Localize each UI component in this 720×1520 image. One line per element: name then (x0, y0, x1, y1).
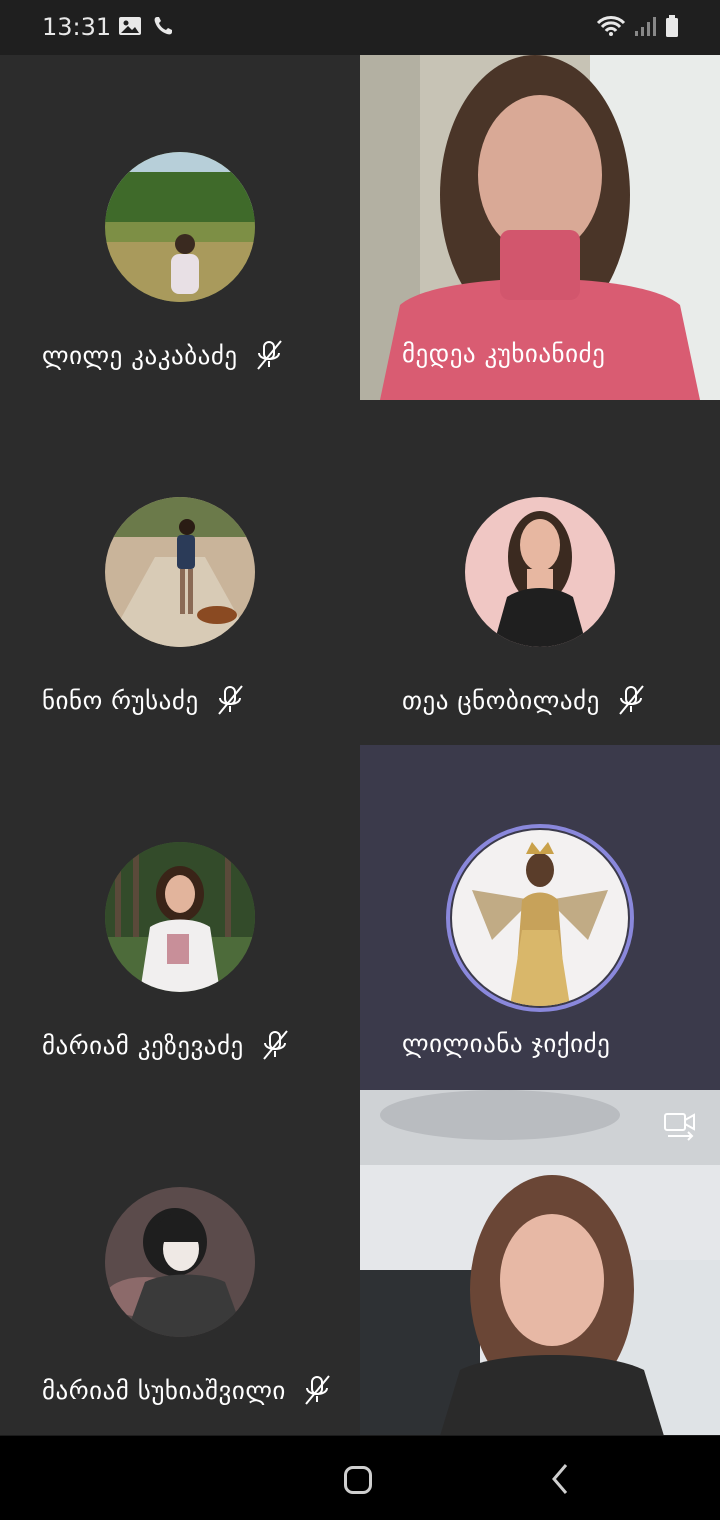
status-time: 13:31 (42, 13, 112, 41)
avatar (105, 1187, 255, 1337)
mic-off-icon (262, 1030, 288, 1060)
participant-tile[interactable]: ლილე კაკაბაძე (0, 55, 360, 400)
avatar (105, 497, 255, 647)
system-nav-bar (0, 1436, 720, 1520)
status-bar: 13:31 (0, 0, 720, 55)
mic-off-icon (256, 340, 282, 370)
back-icon[interactable] (548, 1462, 572, 1496)
participant-tile[interactable]: მარიამ სუხიაშვილი (0, 1090, 360, 1435)
self-video-tile[interactable] (360, 1090, 720, 1435)
mic-off-icon (619, 685, 644, 715)
participant-name: ნინო რუსაძე (42, 685, 199, 715)
participant-tile[interactable]: თეა ცნობილაძე (360, 400, 720, 745)
participant-name: მარიამ კეზევაძე (42, 1030, 244, 1060)
avatar (105, 152, 255, 302)
participant-tile[interactable]: მარიამ კეზევაძე (0, 745, 360, 1090)
mic-off-icon (305, 1375, 330, 1405)
participant-grid: ლილე კაკაბაძე მედეა კუხიანიძე ნინო რუსაძ… (0, 55, 720, 1436)
battery-icon (666, 15, 678, 37)
participant-video-tile[interactable]: მედეა კუხიანიძე (360, 55, 720, 400)
avatar (105, 842, 255, 992)
avatar (452, 830, 628, 1006)
participant-name: მარიამ სუხიაშვილი (42, 1375, 286, 1405)
participant-name: მედეა კუხიანიძე (402, 339, 606, 368)
participant-name: თეა ცნობილაძე (402, 685, 600, 715)
home-icon[interactable] (344, 1466, 372, 1494)
mic-off-icon (217, 685, 243, 715)
participant-tile[interactable]: ნინო რუსაძე (0, 400, 360, 745)
wifi-icon (596, 16, 626, 36)
participant-name: ლილე კაკაბაძე (42, 340, 238, 370)
participant-tile-speaking[interactable]: ლილიანა ჯიქიძე (360, 745, 720, 1090)
signal-icon (635, 17, 656, 36)
phone-icon (154, 17, 172, 35)
avatar (465, 497, 615, 647)
participant-name: ლილიანა ჯიქიძე (402, 1029, 611, 1058)
switch-camera-icon[interactable] (662, 1110, 698, 1144)
image-icon (119, 17, 141, 35)
